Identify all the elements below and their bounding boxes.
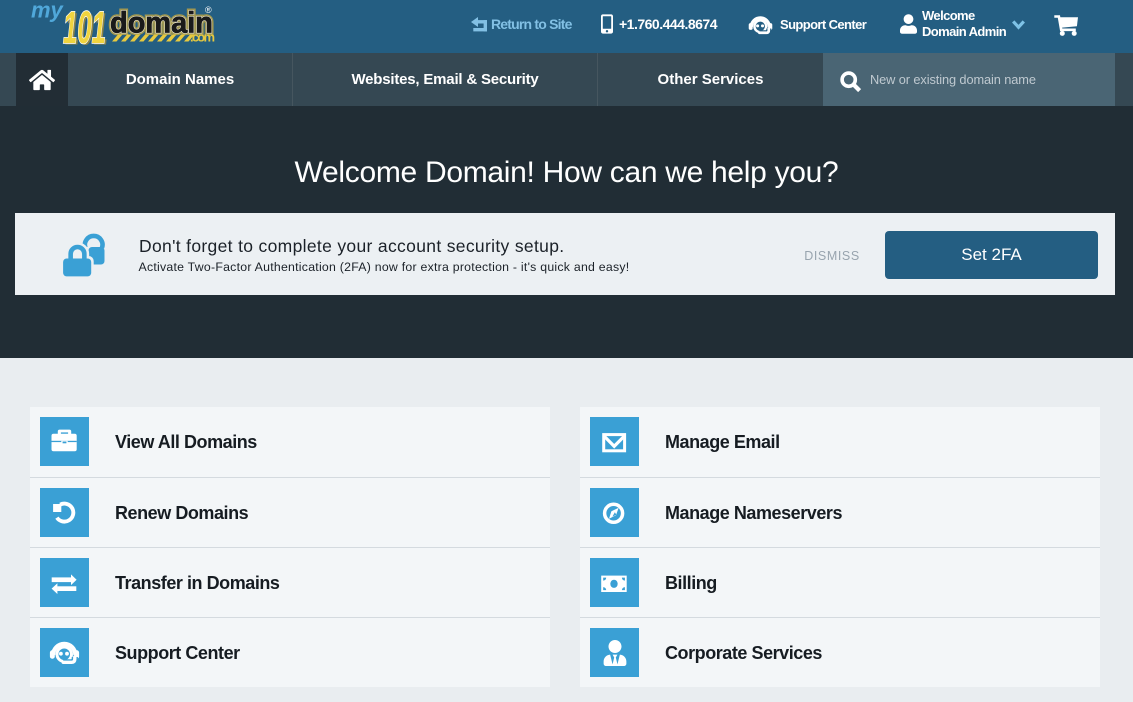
svg-text:.com: .com	[190, 30, 215, 45]
svg-text:101: 101	[63, 4, 106, 50]
svg-text:my: my	[31, 4, 65, 23]
svg-text:®: ®	[205, 5, 212, 15]
